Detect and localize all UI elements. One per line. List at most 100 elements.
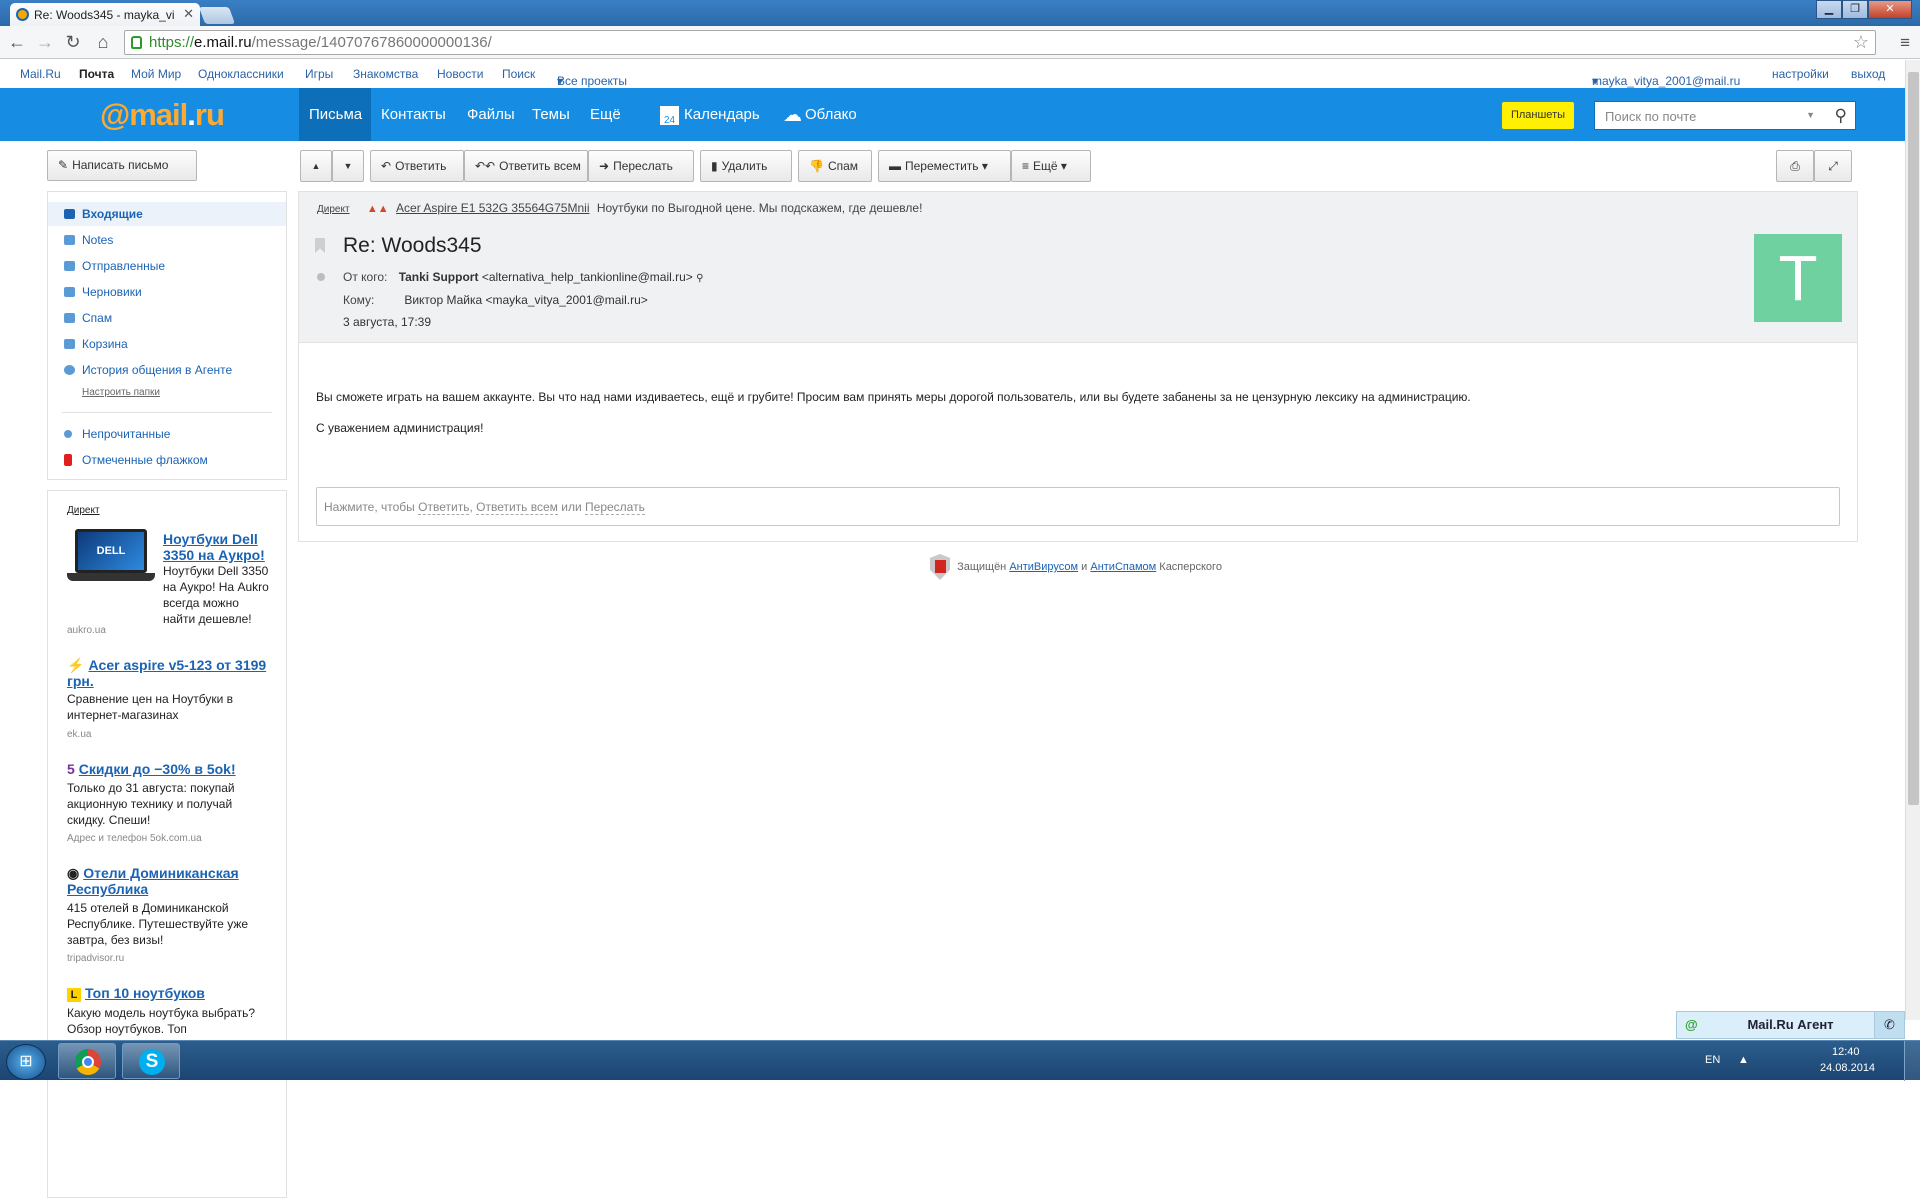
forward-button[interactable]: ➜ Переслать [588,150,694,182]
link-igry[interactable]: Игры [305,67,333,81]
bookmark-star-icon[interactable]: ☆ [1853,32,1869,53]
link-poisk[interactable]: Поиск [502,67,535,81]
folder-sent[interactable]: Отправленные [48,254,286,278]
ad-title[interactable]: ◉ Отели Доминиканская Республика [67,865,272,897]
taskbar-skype[interactable]: S [122,1043,180,1079]
search-options-chevron-icon[interactable]: ▼ [1806,110,1815,120]
home-icon[interactable]: ⌂ [92,32,114,53]
maximize-icon[interactable]: ❐ [1842,0,1868,19]
ad-source[interactable]: aukro.ua [67,625,106,636]
browser-menu-icon[interactable]: ≡ [1900,33,1910,53]
link-znakomstva[interactable]: Знакомства [353,67,418,81]
from-name[interactable]: Tanki Support [399,270,479,284]
ad-text[interactable]: Только до 31 августа: покупай акционную … [67,780,272,828]
start-button-windows-icon[interactable]: ⊞ [6,1044,46,1080]
mailru-logo[interactable]: @mail.ru [100,97,225,133]
agent-status-icon: @ [1685,1017,1698,1032]
read-status-dot-icon[interactable] [317,273,325,281]
nav-more[interactable]: Ещё [580,88,631,141]
reply-all-button[interactable]: ↶↶ Ответить всем [464,150,588,182]
clock-time[interactable]: 12:40 [1832,1046,1860,1058]
ad-source[interactable]: Адрес и телефон 5ok.com.ua [67,833,202,844]
nav-cloud[interactable]: ☁ Облако [773,88,867,141]
fullscreen-icon[interactable]: ⤢ [1814,150,1852,182]
nav-files[interactable]: Файлы [457,88,525,141]
mailru-agent-bar[interactable]: @ Mail.Ru Агент ✆ [1676,1011,1905,1039]
link-pochta[interactable]: Почта [79,67,114,81]
quick-reply-all-link[interactable]: Ответить всем [476,500,558,515]
prev-message-button[interactable]: ▲ [300,150,332,182]
mail-search-input[interactable]: Поиск по почте ▼ ⚲ [1594,101,1856,130]
minimize-icon[interactable]: ▁ [1816,0,1842,19]
nav-contacts[interactable]: Контакты [371,88,456,141]
filter-unread[interactable]: Непрочитанные [48,422,286,446]
link-mailru[interactable]: Mail.Ru [20,67,61,81]
reload-icon[interactable]: ↻ [62,32,84,53]
ad-text[interactable]: Ноутбуки Dell 3350 на Аукро! На Aukro вс… [163,563,273,627]
ad-text[interactable]: Какую модель ноутбука выбрать? Обзор ноу… [67,1005,272,1037]
ad-source[interactable]: ek.ua [67,729,91,740]
show-desktop-button[interactable] [1904,1041,1920,1081]
link-moi-mir[interactable]: Мой Мир [131,67,181,81]
folder-inbox[interactable]: Входящие [48,202,286,226]
nav-letters[interactable]: Письма [299,88,371,141]
direct-ad-link[interactable]: Acer Aspire E1 532G 35564G75Mnii [396,201,589,215]
ad-text[interactable]: Сравнение цен на Ноутбуки в интернет-маг… [67,691,272,723]
setup-folders-link[interactable]: Настроить папки [82,387,160,398]
quick-reply-box[interactable]: Нажмите, чтобы Ответить, Ответить всем и… [316,487,1840,526]
quick-forward-link[interactable]: Переслать [585,500,645,515]
ad-title[interactable]: Ноутбуки Dell 3350 на Аукро! [163,531,273,563]
phone-icon[interactable]: ✆ [1874,1012,1904,1038]
folder-agent-history[interactable]: История общения в Агенте [48,358,286,382]
compose-button[interactable]: ✎ Написать письмо [47,150,197,181]
ads-header[interactable]: Директ [67,505,100,516]
page-scrollbar[interactable] [1905,60,1920,1020]
search-icon[interactable]: ⚲ [1835,106,1847,126]
direct-label[interactable]: Директ [317,204,350,215]
ad-source[interactable]: tripadvisor.ru [67,953,124,964]
language-indicator[interactable]: EN [1705,1054,1720,1066]
from-email[interactable]: <alternativa_help_tankionline@mail.ru> [482,270,693,284]
back-arrow-icon[interactable]: ← [6,32,28,53]
browser-tab[interactable]: Re: Woods345 - mayka_vi ✕ [10,3,200,26]
new-tab-button[interactable] [198,7,236,24]
link-odnoklassniki[interactable]: Одноклассники [198,67,284,81]
more-button[interactable]: ≡ Ещё ▾ [1011,150,1091,182]
ad-title[interactable]: 5 Скидки до −30% в 5ok! [67,761,267,777]
folder-notes[interactable]: Notes [48,228,286,252]
address-bar[interactable]: https://e.mail.ru/message/14070767860000… [124,30,1876,55]
quick-reply-link[interactable]: Ответить [418,500,470,515]
reply-button[interactable]: ↶ Ответить [370,150,464,182]
print-icon[interactable]: ⎙ [1776,150,1814,182]
tray-expand-icon[interactable]: ▲ [1738,1054,1749,1066]
taskbar-chrome[interactable] [58,1043,116,1079]
close-window-icon[interactable]: ✕ [1868,0,1912,19]
link-settings[interactable]: настройки [1772,67,1829,81]
bookmark-flag-icon[interactable] [315,238,325,253]
move-button[interactable]: ▬ Переместить ▾ [878,150,1011,182]
ad-title[interactable]: ⚡ Acer aspire v5-123 от 3199 грн. [67,657,267,689]
laptop-ad-image[interactable]: DELL [67,529,155,585]
next-message-button[interactable]: ▼ [332,150,364,182]
tablets-button[interactable]: Планшеты [1502,102,1574,129]
magnifier-icon[interactable]: ⚲ [696,273,703,284]
spam-button[interactable]: 👎 Спам [798,150,872,182]
ad-title[interactable]: L Топ 10 ноутбуков [67,985,272,1002]
folder-spam[interactable]: Спам [48,306,286,330]
kaspersky-antivirus-link[interactable]: АнтиВирусом [1009,561,1078,573]
kaspersky-antispam-link[interactable]: АнтиСпамом [1090,561,1156,573]
nav-calendar[interactable]: 24 Календарь [650,88,770,141]
folder-trash[interactable]: Корзина [48,332,286,356]
delete-button[interactable]: ▮ Удалить [700,150,792,182]
forward-arrow-icon[interactable]: → [34,32,56,53]
tab-close-icon[interactable]: ✕ [183,6,194,22]
nav-themes[interactable]: Темы [522,88,580,141]
link-novosti[interactable]: Новости [437,67,483,81]
scrollbar-thumb[interactable] [1908,72,1919,805]
to-recipient[interactable]: Виктор Майка <mayka_vitya_2001@mail.ru> [404,293,647,307]
folder-drafts[interactable]: Черновики [48,280,286,304]
link-logout[interactable]: выход [1851,67,1885,81]
ad-text[interactable]: 415 отелей в Доминиканской Республике. П… [67,900,272,948]
clock-date[interactable]: 24.08.2014 [1820,1062,1875,1074]
filter-flagged[interactable]: Отмеченные флажком [48,448,286,472]
